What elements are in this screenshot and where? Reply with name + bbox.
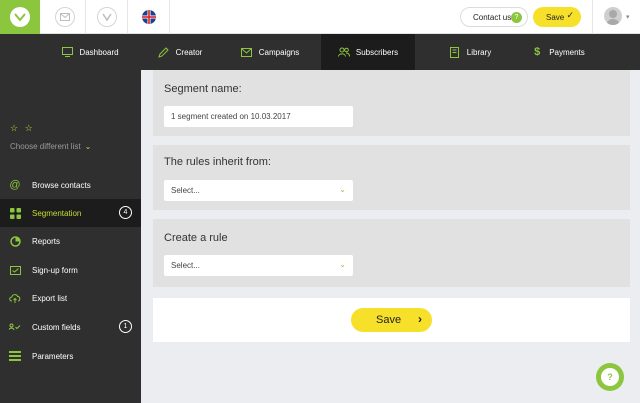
- inherit-rules-panel: The rules inherit from: Select... ⌄: [153, 145, 630, 210]
- sidebar: ☆ ☆ Choose different list ⌄ @ Browse cont…: [0, 70, 141, 403]
- sidebar-item-label: Parameters: [32, 351, 74, 361]
- logo-icon[interactable]: [0, 0, 40, 34]
- create-rule-label: Create a rule: [164, 232, 228, 244]
- create-rule-panel: Create a rule Select... ⌄: [153, 219, 630, 287]
- create-rule-select[interactable]: Select... ⌄: [164, 255, 353, 276]
- inherit-rules-value: Select...: [171, 186, 200, 195]
- save-top-label: Save: [546, 12, 565, 22]
- nav-creator-label: Creator: [175, 47, 203, 57]
- sidebar-item-reports[interactable]: Reports: [0, 227, 141, 255]
- contact-us-label: Contact us: [473, 12, 512, 22]
- nav-subscribers-label: Subscribers: [355, 47, 399, 57]
- segment-name-value: 1 segment created on 10.03.2017: [171, 112, 291, 121]
- chevron-down-icon: ⌄: [84, 142, 92, 151]
- chevron-right-icon: ›: [418, 312, 422, 326]
- dollar-icon: $: [534, 46, 541, 58]
- pencil-icon: [158, 46, 170, 58]
- save-button[interactable]: Save ›: [351, 308, 432, 332]
- inherit-rules-label: The rules inherit from:: [164, 156, 271, 168]
- sidebar-item-custom-fields[interactable]: Custom fields 1: [0, 313, 141, 341]
- sidebar-item-export-list[interactable]: Export list: [0, 284, 141, 312]
- envelope-icon: [241, 46, 253, 58]
- create-rule-value: Select...: [171, 261, 200, 270]
- save-top-button[interactable]: Save ✓: [533, 7, 581, 27]
- sidebar-item-label: Segmentation: [32, 208, 82, 218]
- segment-name-input[interactable]: 1 segment created on 10.03.2017: [164, 106, 353, 127]
- check-icon: ✓: [566, 10, 574, 20]
- sidebar-item-label: Export list: [32, 293, 68, 303]
- save-panel: Save ›: [153, 298, 630, 342]
- choose-list-dropdown[interactable]: Choose different list ⌄: [10, 142, 91, 151]
- segment-count-badge: 4: [119, 206, 132, 219]
- avatar[interactable]: [604, 7, 622, 25]
- pie-icon: [8, 234, 22, 248]
- chevron-down-icon: ⌄: [339, 260, 346, 269]
- nav-creator[interactable]: Creator: [130, 34, 230, 70]
- main-nav: Dashboard Creator Campaigns Subscribers …: [0, 34, 640, 70]
- sidebar-item-label: Reports: [32, 236, 61, 246]
- people-icon: [337, 46, 350, 58]
- heart-icon[interactable]: [86, 0, 128, 34]
- help-badge-icon: ?: [511, 12, 522, 23]
- divider: [592, 0, 593, 34]
- chevron-down-icon: ⌄: [339, 185, 346, 194]
- save-label: Save: [376, 314, 402, 326]
- top-bar: Contact us ? Save ✓ ▾: [0, 0, 640, 34]
- sidebar-item-signup-form[interactable]: Sign-up form: [0, 256, 141, 284]
- menu-icon: [8, 349, 22, 363]
- nav-dashboard[interactable]: Dashboard: [40, 34, 140, 70]
- nav-library[interactable]: Library: [420, 34, 520, 70]
- custom-fields-count-badge: 1: [119, 320, 132, 333]
- nav-payments[interactable]: $ Payments: [508, 34, 608, 70]
- envelope-icon[interactable]: [44, 0, 86, 34]
- help-icon: ?: [601, 368, 619, 386]
- grid-icon: [8, 206, 22, 220]
- fields-icon: [8, 320, 22, 334]
- sidebar-item-label: Sign-up form: [32, 265, 78, 275]
- star-icon[interactable]: ☆ ☆: [10, 123, 35, 134]
- choose-list-label: Choose different list: [10, 142, 81, 151]
- nav-campaigns[interactable]: Campaigns: [220, 34, 320, 70]
- upload-icon: [8, 291, 22, 305]
- segment-name-label: Segment name:: [164, 83, 242, 95]
- nav-dashboard-label: Dashboard: [79, 47, 119, 57]
- nav-library-label: Library: [466, 47, 492, 57]
- chevron-down-icon[interactable]: ▾: [626, 13, 630, 21]
- sidebar-item-segmentation[interactable]: Segmentation 4: [0, 199, 141, 227]
- nav-campaigns-label: Campaigns: [258, 47, 300, 57]
- uk-flag-icon[interactable]: [128, 0, 170, 34]
- book-icon: [449, 46, 461, 58]
- segment-name-panel: Segment name: 1 segment created on 10.03…: [153, 70, 630, 136]
- sidebar-item-label: Custom fields: [32, 322, 81, 332]
- monitor-icon: [61, 46, 73, 58]
- nav-subscribers[interactable]: Subscribers: [321, 34, 415, 70]
- contact-us-button[interactable]: Contact us ?: [460, 7, 528, 27]
- help-button[interactable]: ?: [596, 363, 624, 391]
- sidebar-item-browse-contacts[interactable]: @ Browse contacts: [0, 171, 141, 199]
- inherit-rules-select[interactable]: Select... ⌄: [164, 180, 353, 201]
- sidebar-item-label: Browse contacts: [32, 180, 91, 190]
- sidebar-item-parameters[interactable]: Parameters: [0, 342, 141, 370]
- form-icon: [8, 263, 22, 277]
- nav-payments-label: Payments: [549, 47, 585, 57]
- at-icon: @: [9, 179, 21, 191]
